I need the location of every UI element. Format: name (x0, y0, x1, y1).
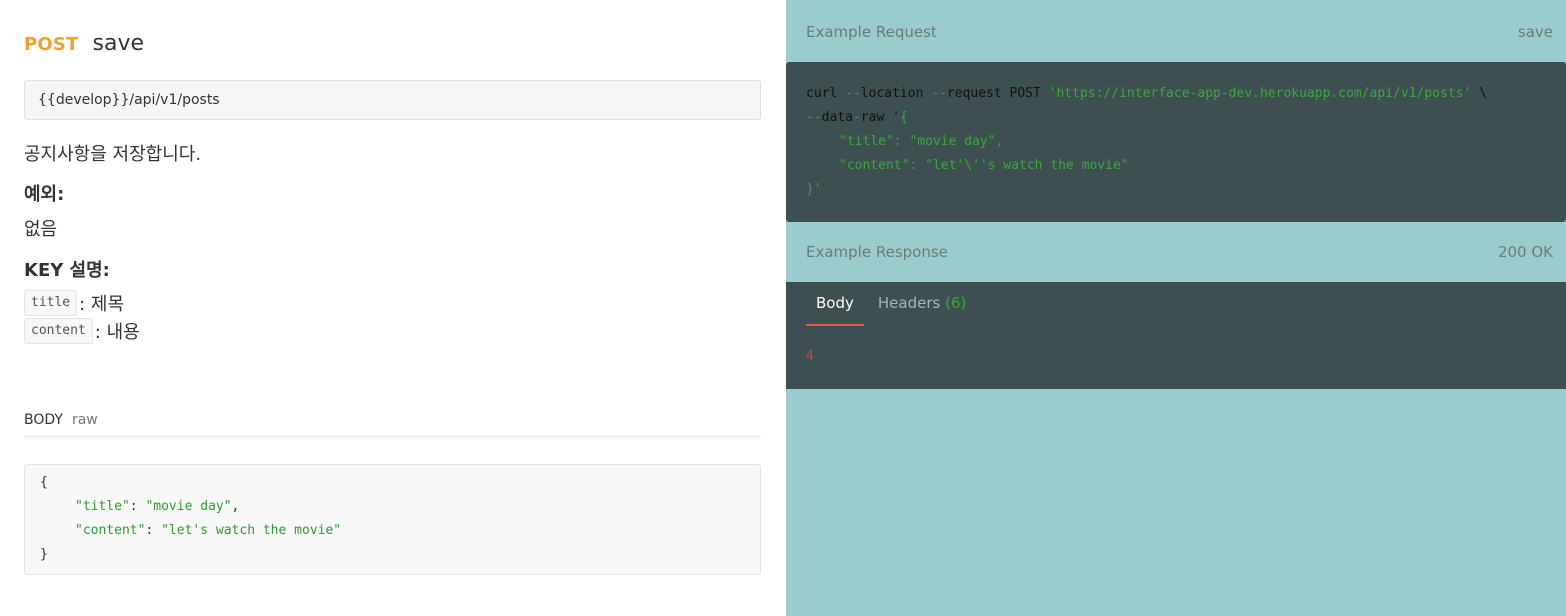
headers-count: (6) (945, 294, 967, 312)
key-code-chip: title (24, 290, 78, 316)
code-token: { (899, 110, 908, 125)
code-token: "let'\''s watch the movie" (925, 158, 1129, 173)
curl-code-block: curl --location --request POST 'https://… (786, 62, 1566, 222)
request-title-row: POST save (24, 31, 144, 56)
response-status[interactable]: 200 OK (1498, 243, 1553, 261)
code-token: location (860, 86, 932, 101)
body-section-label: BODY raw (24, 412, 98, 428)
code-token: } (40, 547, 48, 562)
body-label: BODY (24, 412, 63, 428)
code-line: } (40, 548, 745, 572)
request-name: save (92, 31, 145, 56)
code-line: "title": "movie day", (40, 500, 745, 524)
request-doc-pane: POST save {{develop}}/api/v1/posts 공지사항을… (0, 0, 786, 616)
body-type: raw (71, 412, 98, 428)
code-token: "content" (839, 158, 910, 173)
code-token: -- (845, 86, 861, 101)
key-description: : 내용 (94, 322, 140, 343)
code-token: "title" (839, 134, 894, 149)
request-description: 공지사항을 저장합니다. (24, 144, 202, 165)
keys-heading: KEY 설명: (24, 260, 110, 281)
code-token: curl (806, 86, 846, 101)
request-url[interactable]: {{develop}}/api/v1/posts (24, 80, 761, 120)
tab-headers-label: Headers (877, 294, 941, 312)
code-token: "content" (75, 523, 146, 538)
response-body-value: 4 (806, 349, 814, 364)
code-token: -- (806, 110, 822, 125)
code-line: curl --location --request POST 'https://… (806, 84, 1546, 108)
code-token: data (821, 110, 853, 125)
code-line: { (40, 476, 745, 500)
code-token: "title" (75, 499, 130, 514)
divider (24, 436, 761, 437)
code-token: : (145, 523, 162, 538)
exceptions-heading: 예외: (24, 184, 65, 205)
key-row-title: title : 제목 (24, 290, 124, 316)
code-token: request POST (946, 86, 1049, 101)
example-response-header: Example Response 200 OK (786, 230, 1566, 290)
example-response-heading: Example Response (806, 243, 948, 261)
code-token: , (231, 499, 240, 514)
code-token: "movie day" (909, 134, 996, 149)
example-request-name[interactable]: save (1518, 23, 1553, 41)
code-line: "content": "let's watch the movie" (40, 524, 745, 548)
code-token: : (129, 499, 146, 514)
code-token: : (909, 158, 926, 173)
key-code-chip: content (24, 318, 93, 344)
code-token: -- (931, 86, 947, 101)
code-line: "content": "let'\''s watch the movie" (806, 156, 1546, 180)
key-row-content: content : 내용 (24, 318, 140, 344)
http-method-badge: POST (24, 34, 79, 55)
code-token: "let's watch the movie" (161, 523, 342, 538)
exceptions-value: 없음 (24, 219, 58, 240)
examples-pane: Example Request save curl --location --r… (786, 0, 1566, 616)
example-request-header: Example Request save (786, 0, 1566, 60)
response-panel: Body Headers (6) 4 (786, 282, 1566, 389)
code-line: "title": "movie day", (806, 132, 1546, 156)
code-token: { (40, 475, 48, 490)
request-body-code: { "title": "movie day", "content": "let'… (24, 464, 761, 575)
tab-headers[interactable]: Headers (6) (878, 294, 966, 326)
code-token: , (995, 134, 1004, 149)
code-token: : (893, 134, 910, 149)
response-tabs: Body Headers (6) (806, 294, 980, 326)
code-line: }' (806, 180, 1546, 204)
divider (24, 438, 761, 439)
example-request-heading: Example Request (806, 23, 937, 41)
code-token: raw ' (860, 110, 900, 125)
key-description: : 제목 (79, 294, 125, 315)
code-token: - (852, 110, 861, 125)
code-token: 'https://interface-app-dev.herokuapp.com… (1048, 86, 1472, 101)
code-token: "movie day" (145, 499, 232, 514)
code-token: ' (813, 182, 822, 197)
tab-body[interactable]: Body (806, 294, 864, 326)
code-token: } (806, 182, 814, 197)
code-line: --data-raw '{ (806, 108, 1546, 132)
code-token: \ (1471, 86, 1487, 101)
